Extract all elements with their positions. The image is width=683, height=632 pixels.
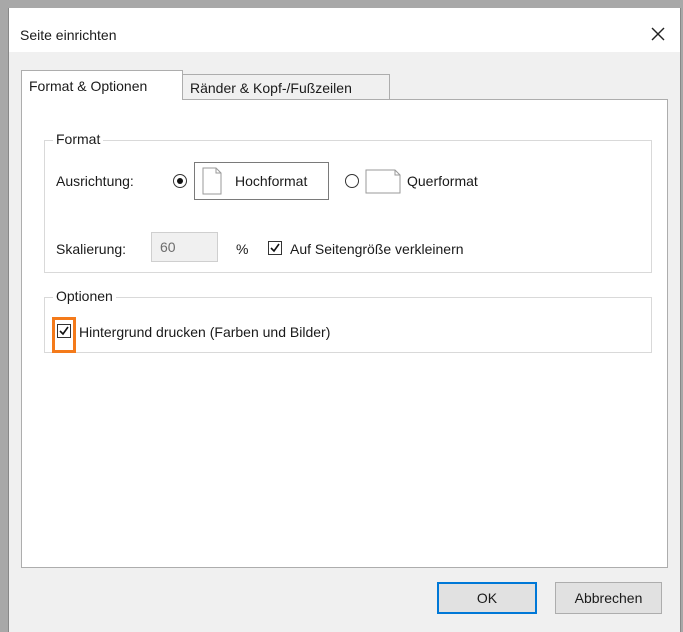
tab-format-options[interactable]: Format & Optionen bbox=[21, 70, 183, 100]
shrink-to-fit-label: Auf Seitengröße verkleinern bbox=[290, 241, 464, 257]
ok-button[interactable]: OK bbox=[437, 582, 537, 614]
print-background-label: Hintergrund drucken (Farben und Bilder) bbox=[79, 324, 331, 340]
page-setup-dialog: Seite einrichten Format & Optionen Rände… bbox=[8, 8, 681, 632]
checkmark-icon bbox=[59, 326, 69, 336]
title-bar: Seite einrichten bbox=[9, 8, 680, 52]
checkmark-icon bbox=[270, 243, 280, 253]
frame-top bbox=[0, 0, 683, 8]
cancel-button[interactable]: Abbrechen bbox=[555, 582, 662, 614]
landscape-label: Querformat bbox=[407, 173, 478, 189]
portrait-option[interactable]: Hochformat bbox=[194, 162, 329, 200]
orientation-label: Ausrichtung: bbox=[56, 173, 134, 189]
tab-panel: Format Ausrichtung: Hochformat Querforma… bbox=[21, 99, 668, 568]
portrait-page-icon bbox=[202, 167, 222, 195]
frame-left bbox=[0, 0, 8, 632]
close-button[interactable] bbox=[646, 22, 670, 46]
format-group: Format Ausrichtung: Hochformat Querforma… bbox=[44, 131, 652, 273]
scaling-label: Skalierung: bbox=[56, 241, 127, 257]
tab-margins-headers[interactable]: Ränder & Kopf-/Fußzeilen bbox=[183, 74, 390, 100]
options-group: Optionen Hintergrund drucken (Farben und… bbox=[44, 288, 652, 353]
landscape-radio[interactable] bbox=[345, 174, 359, 188]
portrait-radio[interactable] bbox=[173, 174, 187, 188]
scaling-input[interactable]: 60 bbox=[151, 232, 218, 262]
portrait-label: Hochformat bbox=[235, 173, 308, 189]
format-group-legend: Format bbox=[53, 131, 104, 147]
dialog-title: Seite einrichten bbox=[20, 27, 117, 43]
shrink-to-fit-checkbox[interactable] bbox=[268, 241, 282, 255]
landscape-page-icon bbox=[365, 169, 401, 194]
options-group-legend: Optionen bbox=[53, 288, 116, 304]
scaling-unit: % bbox=[236, 241, 249, 257]
print-background-checkbox[interactable] bbox=[57, 324, 71, 338]
close-icon bbox=[651, 27, 665, 41]
